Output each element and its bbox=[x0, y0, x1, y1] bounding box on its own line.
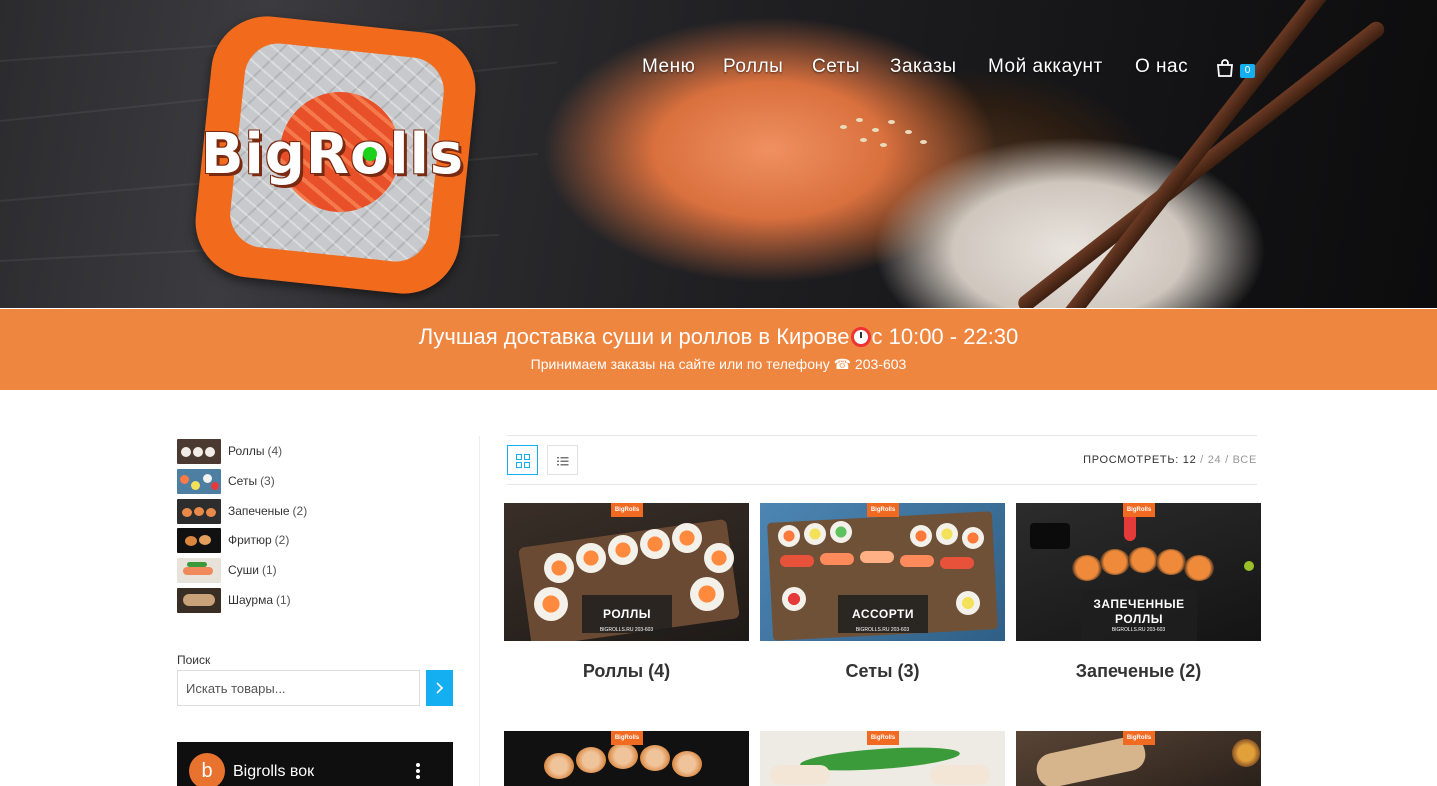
category-count: (1) bbox=[276, 593, 291, 607]
hero-banner: BigRolls bbox=[0, 0, 1437, 308]
image-label: ЗАПЕЧЕННЫЕ РОЛЛЫ bbox=[1081, 589, 1197, 641]
search-button[interactable] bbox=[426, 670, 453, 706]
nav-item-orders[interactable]: Заказы bbox=[890, 56, 957, 78]
brand-badge: BigRolls bbox=[611, 503, 643, 517]
category-count: (2) bbox=[292, 504, 308, 518]
video-title[interactable]: Bigrolls вок bbox=[233, 763, 314, 781]
nav-item-account[interactable]: Мой аккаунт bbox=[988, 56, 1103, 78]
shopping-bag-icon bbox=[1217, 59, 1233, 77]
category-name: Запеченые bbox=[228, 504, 290, 518]
product-image[interactable]: BigRolls АССОРТИ BIGROLLS.RU 203-603 bbox=[760, 503, 1005, 641]
category-count: (4) bbox=[267, 444, 283, 458]
category-name: Сеты bbox=[228, 474, 258, 488]
banner-subtitle: Принимаем заказы на сайте или по телефон… bbox=[530, 356, 907, 372]
category-count: (2) bbox=[274, 533, 290, 547]
category-thumbnail bbox=[177, 587, 221, 613]
sesame bbox=[920, 140, 927, 144]
image-site: BIGROLLS.RU 203-603 bbox=[1111, 627, 1166, 633]
search-input[interactable] bbox=[177, 670, 420, 706]
grid-view-button[interactable] bbox=[507, 445, 538, 475]
cart-count-badge: 0 bbox=[1240, 64, 1255, 78]
category-name: Фритюр bbox=[228, 533, 272, 547]
toolbar-bottom-divider bbox=[507, 484, 1257, 485]
list-view-button[interactable] bbox=[547, 445, 578, 475]
category-name: Роллы bbox=[228, 444, 265, 458]
nav-item-sets[interactable]: Сеты bbox=[812, 56, 860, 78]
per-page-24[interactable]: 24 bbox=[1208, 454, 1222, 466]
image-site: BIGROLLS.RU 203-603 bbox=[855, 627, 910, 633]
products-per-page: ПРОСМОТРЕТЬ: 12 / 24 / ВСЕ bbox=[1083, 454, 1257, 466]
video-embed[interactable]: b Bigrolls вок bbox=[177, 742, 453, 786]
brand-badge: BigRolls bbox=[867, 503, 899, 517]
sesame bbox=[905, 130, 912, 134]
sidebar-category-baked[interactable]: Запеченые (2) bbox=[177, 498, 453, 524]
sidebar-category-shawarma[interactable]: Шаурма (1) bbox=[177, 587, 453, 613]
category-count: (1) bbox=[262, 563, 277, 577]
per-page-separator: / bbox=[1225, 454, 1229, 466]
category-thumbnail bbox=[177, 527, 221, 553]
cart-button[interactable]: 0 bbox=[1213, 56, 1257, 82]
banner-hours: с 10:00 - 22:30 bbox=[871, 324, 1019, 349]
product-image[interactable]: BigRolls bbox=[760, 731, 1005, 786]
sesame bbox=[888, 120, 895, 124]
nav-item-menu[interactable]: Меню bbox=[642, 56, 695, 78]
alarm-clock-icon bbox=[850, 327, 871, 347]
category-name: Шаурма bbox=[228, 593, 273, 607]
logo-text: BigRolls bbox=[200, 122, 465, 187]
banner-title: Лучшая доставка суши и роллов в Кирове с … bbox=[0, 324, 1437, 350]
product-title[interactable]: Роллы (4) bbox=[504, 661, 749, 682]
brand-badge: BigRolls bbox=[611, 731, 643, 745]
nav-item-about[interactable]: О нас bbox=[1135, 56, 1188, 78]
sidebar-divider bbox=[479, 436, 480, 786]
category-thumbnail bbox=[177, 468, 221, 494]
product-image[interactable]: BigRolls bbox=[504, 731, 749, 786]
category-name: Суши bbox=[228, 563, 259, 577]
sidebar-category-sushi[interactable]: Суши (1) bbox=[177, 557, 453, 583]
brand-badge: BigRolls bbox=[1123, 503, 1155, 517]
promo-banner: Лучшая доставка суши и роллов в Кирове с … bbox=[0, 309, 1437, 390]
product-image[interactable]: BigRolls bbox=[1016, 731, 1261, 786]
toolbar-top-divider bbox=[507, 435, 1257, 436]
per-page-label: ПРОСМОТРЕТЬ: bbox=[1083, 454, 1179, 466]
sidebar-category-tempura[interactable]: Фритюр (2) bbox=[177, 527, 453, 553]
more-options-icon[interactable] bbox=[416, 763, 421, 781]
logo-dot bbox=[363, 147, 377, 161]
sesame bbox=[860, 138, 867, 142]
category-thumbnail bbox=[177, 498, 221, 524]
search-label: Поиск bbox=[177, 653, 211, 667]
brand-badge: BigRolls bbox=[1123, 731, 1155, 745]
product-title[interactable]: Запеченые (2) bbox=[1016, 661, 1261, 682]
category-thumbnail bbox=[177, 438, 221, 464]
list-icon bbox=[557, 457, 569, 466]
product-image[interactable]: BigRolls РОЛЛЫ BIGROLLS.RU 203-603 bbox=[504, 503, 749, 641]
per-page-12[interactable]: 12 bbox=[1183, 454, 1197, 466]
product-title[interactable]: Сеты (3) bbox=[760, 661, 1005, 682]
sidebar-category-rolls[interactable]: Роллы (4) bbox=[177, 438, 453, 464]
sesame bbox=[872, 128, 879, 132]
sesame bbox=[840, 125, 847, 129]
sesame bbox=[856, 118, 863, 122]
nav-item-rolls[interactable]: Роллы bbox=[723, 56, 783, 78]
banner-title-text: Лучшая доставка суши и роллов в Кирове bbox=[418, 324, 850, 349]
chopstick bbox=[1053, 0, 1338, 308]
brand-badge: BigRolls bbox=[867, 731, 899, 745]
channel-avatar[interactable]: b bbox=[189, 753, 225, 786]
product-image[interactable]: BigRolls ЗАПЕЧЕННЫЕ РОЛЛЫ BIGROLLS.RU 203… bbox=[1016, 503, 1261, 641]
sesame bbox=[880, 143, 887, 147]
sidebar-category-sets[interactable]: Сеты (3) bbox=[177, 468, 453, 494]
category-count: (3) bbox=[260, 474, 275, 488]
per-page-all[interactable]: ВСЕ bbox=[1233, 454, 1257, 466]
per-page-separator: / bbox=[1200, 454, 1204, 466]
category-thumbnail bbox=[177, 557, 221, 583]
chevron-right-icon bbox=[436, 682, 444, 694]
image-site: BIGROLLS.RU 203-603 bbox=[599, 627, 654, 633]
grid-icon bbox=[516, 454, 530, 468]
